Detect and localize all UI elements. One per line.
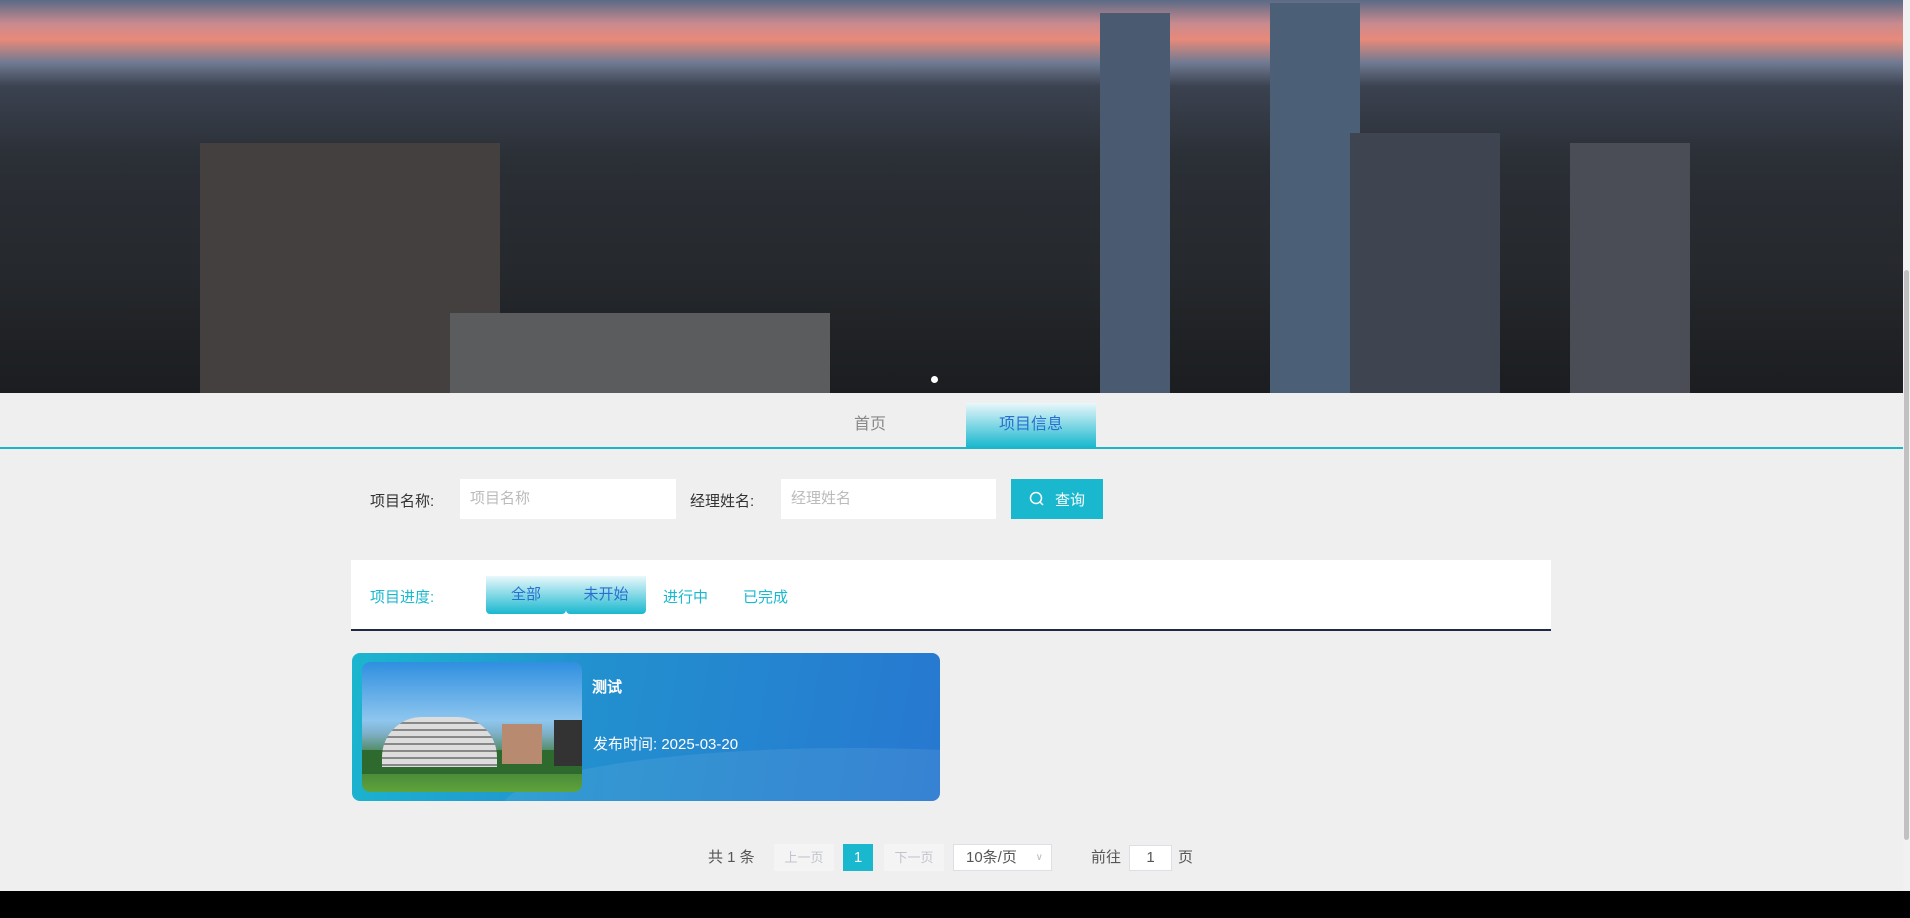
- filter-completed[interactable]: 已完成: [743, 586, 788, 607]
- prev-page-button[interactable]: 上一页: [774, 844, 834, 871]
- manager-name-input[interactable]: 经理姓名: [781, 479, 996, 519]
- search-icon: [1029, 491, 1044, 506]
- page-size-select[interactable]: 10条/页 ∨: [953, 844, 1052, 871]
- project-card[interactable]: 测试 发布时间: 2025-03-20: [352, 653, 940, 801]
- taskbar-strip: [0, 891, 1910, 918]
- tab-project-info[interactable]: 项目信息: [966, 403, 1096, 447]
- tab-home[interactable]: 首页: [820, 403, 920, 447]
- carousel-indicator[interactable]: [931, 376, 938, 383]
- scrollbar-thumb[interactable]: [1904, 270, 1909, 840]
- project-date: 发布时间: 2025-03-20: [593, 736, 739, 753]
- nav-tabs: 首页 项目信息: [0, 393, 1903, 449]
- page-size-value: 10条/页: [966, 849, 1017, 866]
- goto-label: 前往: [1091, 849, 1122, 866]
- progress-label: 项目进度:: [370, 589, 435, 606]
- page-suffix: 页: [1178, 849, 1194, 866]
- progress-filter: 项目进度: 全部 未开始 进行中 已完成: [351, 560, 1551, 631]
- filter-in-progress[interactable]: 进行中: [663, 586, 708, 607]
- next-page-button[interactable]: 下一页: [884, 844, 944, 871]
- goto-page-input[interactable]: 1: [1129, 845, 1172, 871]
- project-title: 测试: [592, 679, 623, 696]
- total-count: 共 1 条: [708, 849, 755, 866]
- project-name-input[interactable]: 项目名称: [460, 479, 676, 519]
- manager-name-label: 经理姓名:: [690, 493, 755, 510]
- project-name-label: 项目名称:: [370, 493, 435, 510]
- banner-carousel: [0, 0, 1903, 393]
- query-button[interactable]: 查询: [1011, 479, 1103, 519]
- page-1[interactable]: 1: [843, 844, 873, 871]
- filter-not-started[interactable]: 未开始: [566, 576, 646, 614]
- chevron-down-icon: ∨: [1035, 852, 1043, 863]
- filter-all[interactable]: 全部: [486, 576, 566, 614]
- project-image: [362, 662, 582, 792]
- scrollbar[interactable]: [1903, 0, 1910, 891]
- query-label: 查询: [1054, 491, 1085, 509]
